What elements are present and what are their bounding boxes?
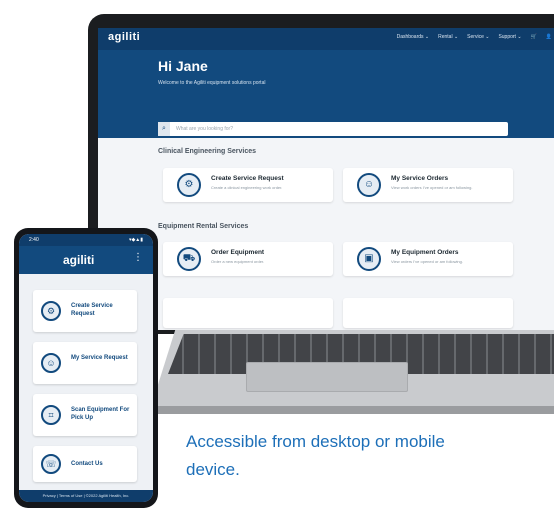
mobile-card-my-service-request[interactable]: ☺ My Service Request	[33, 342, 137, 384]
agiliti-logo: agiliti	[108, 31, 141, 43]
agiliti-logo: agiliti	[63, 253, 95, 267]
scan-icon: ⌗	[41, 405, 61, 425]
mobile-header: agiliti ⋮	[19, 246, 153, 274]
technician-icon: ☺	[357, 173, 381, 197]
card-label: Create Service Request	[71, 303, 113, 317]
status-time: 2:40	[29, 237, 39, 243]
card-title: My Service Orders	[391, 175, 449, 182]
card-label: My Service Request	[71, 355, 128, 361]
card-subtitle: View orders I’ve opened or am following.	[391, 259, 463, 264]
nav-rental[interactable]: Rental ⌄	[438, 34, 458, 40]
card-my-service-orders[interactable]: ☺ My Service Orders View work orders I’v…	[343, 168, 513, 202]
card-subtitle: Order a new equipment order.	[211, 259, 265, 264]
search-icon[interactable]: ⌕	[158, 122, 170, 136]
status-icons: ▾◆▲▮	[128, 237, 143, 243]
laptop-edge	[146, 406, 554, 414]
nav-service[interactable]: Service ⌄	[467, 34, 489, 40]
section-equipment-rental: Equipment Rental Services	[158, 223, 249, 230]
card-title: My Equipment Orders	[391, 249, 459, 256]
nav-support[interactable]: Support ⌄	[498, 34, 521, 40]
section-clinical-engineering: Clinical Engineering Services	[158, 148, 257, 155]
card-create-service-request[interactable]: ⚙ Create Service Request Create a clinic…	[163, 168, 333, 202]
welcome-text: Welcome to the Agiliti equipment solutio…	[158, 80, 266, 86]
mobile-card-contact-us[interactable]: ☏ Contact Us	[33, 446, 137, 482]
status-bar: 2:40 ▾◆▲▮	[19, 234, 153, 246]
mobile-portal-screen: 2:40 ▾◆▲▮ agiliti ⋮ ⚙ Create Service Req…	[19, 234, 153, 502]
technician-icon: ☺	[41, 353, 61, 373]
mobile-card-scan-equipment[interactable]: ⌗ Scan Equipment For Pick Up	[33, 394, 137, 436]
mobile-footer[interactable]: Privacy | Terms of Use | ©2022 Agiliti H…	[19, 490, 153, 502]
account-icon[interactable]: 👤	[546, 34, 552, 40]
menu-icon[interactable]: ⋮	[133, 252, 143, 263]
wrench-gear-icon: ⚙	[177, 173, 201, 197]
hero-banner: Hi Jane Welcome to the Agiliti equipment…	[98, 50, 554, 138]
card-label: Scan Equipment For Pick Up	[71, 407, 130, 421]
nav-dashboards[interactable]: Dashboards ⌄	[397, 34, 430, 40]
phone: 2:40 ▾◆▲▮ agiliti ⋮ ⚙ Create Service Req…	[14, 228, 158, 508]
card-my-equipment-orders[interactable]: ▣ My Equipment Orders View orders I’ve o…	[343, 242, 513, 276]
equipment-truck-icon: ⛟	[177, 247, 201, 271]
card-subtitle: View work orders I’ve opened or am follo…	[391, 185, 473, 190]
package-icon: ▣	[357, 247, 381, 271]
greeting: Hi Jane	[158, 58, 208, 74]
card-subtitle: Create a clinical engineering work order…	[211, 185, 283, 190]
laptop-trackpad	[246, 362, 408, 392]
card-partial[interactable]	[163, 298, 333, 328]
caption: Accessible from desktop or mobile device…	[186, 432, 445, 479]
desktop-portal-screen: agiliti Dashboards ⌄ Rental ⌄ Service ⌄ …	[98, 28, 554, 330]
card-title: Order Equipment	[211, 249, 265, 256]
cart-icon[interactable]: 🛒	[531, 34, 537, 40]
search-bar[interactable]: ⌕ What are you looking for?	[158, 122, 508, 136]
mobile-card-create-service-request[interactable]: ⚙ Create Service Request	[33, 290, 137, 332]
card-title: Create Service Request	[211, 175, 284, 182]
top-navigation-bar: agiliti Dashboards ⌄ Rental ⌄ Service ⌄ …	[98, 28, 554, 50]
main-nav: Dashboards ⌄ Rental ⌄ Service ⌄ Support …	[397, 34, 552, 40]
card-order-equipment[interactable]: ⛟ Order Equipment Order a new equipment …	[163, 242, 333, 276]
search-placeholder: What are you looking for?	[176, 126, 233, 132]
wrench-gear-icon: ⚙	[41, 301, 61, 321]
card-label: Contact Us	[71, 461, 103, 467]
support-agent-icon: ☏	[41, 454, 61, 474]
card-partial[interactable]	[343, 298, 513, 328]
